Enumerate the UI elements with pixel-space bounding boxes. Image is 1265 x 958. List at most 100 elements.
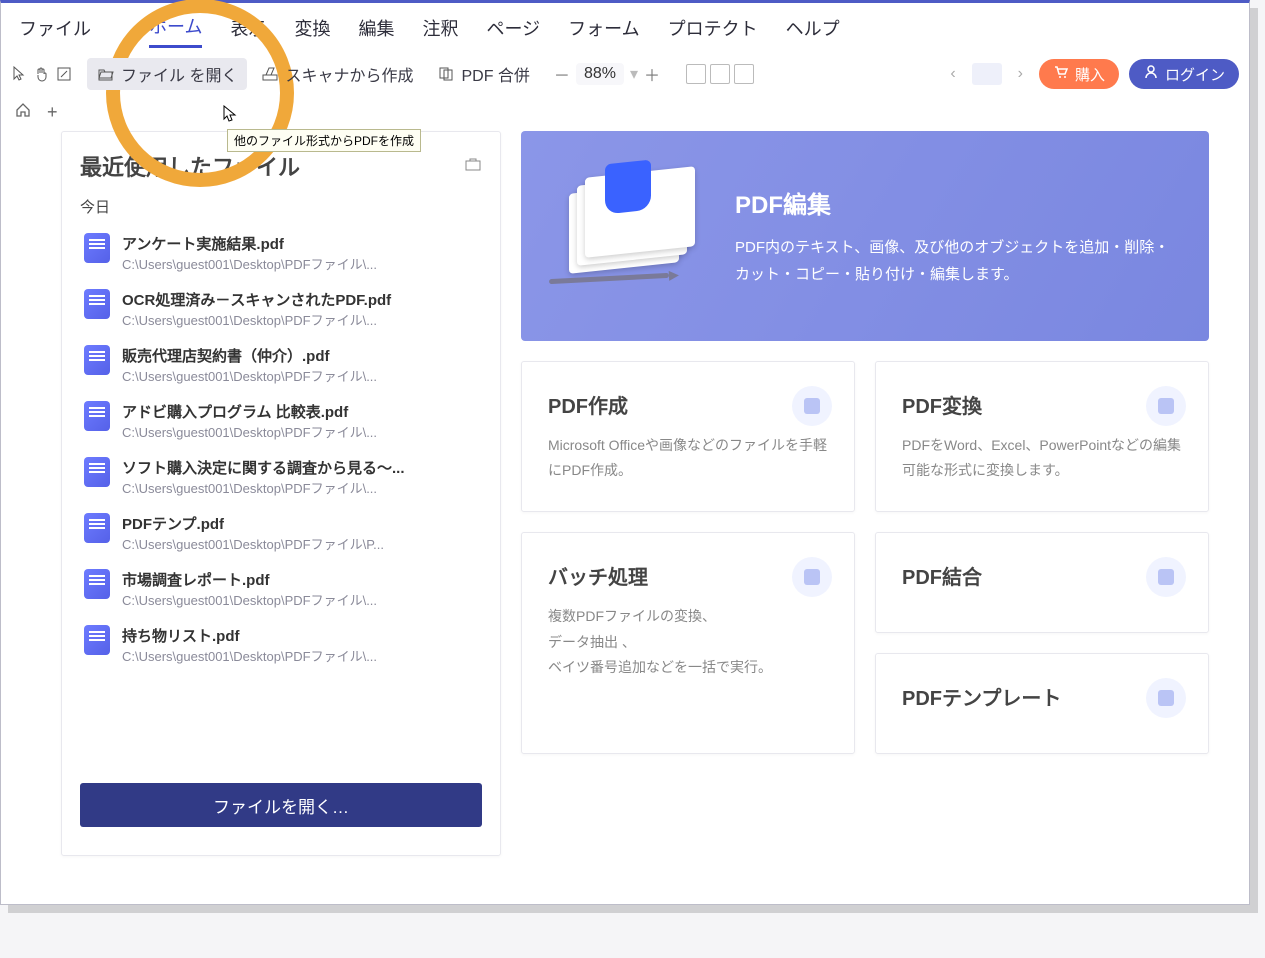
scan-create-button[interactable]: スキャナから作成 — [251, 58, 423, 90]
file-path: C:\Users\guest001\Desktop\PDFファイル\... — [122, 646, 377, 665]
file-name: OCR処理済み－スキャンされたPDF.pdf — [122, 289, 391, 310]
pdf-file-icon — [84, 569, 110, 599]
file-path: C:\Users\guest001\Desktop\PDFファイル\P... — [122, 534, 384, 553]
zoom-out-button[interactable]: － — [554, 62, 570, 86]
template-card-icon — [1146, 678, 1186, 718]
tab-home[interactable]: ホーム — [149, 13, 202, 48]
pdf-merge-button[interactable]: PDF 合併 — [427, 58, 539, 90]
recent-file-item[interactable]: 市場調査レポート.pdf C:\Users\guest001\Desktop\P… — [80, 561, 482, 617]
card-pdf-combine[interactable]: PDF結合 — [875, 532, 1209, 633]
file-path: C:\Users\guest001\Desktop\PDFファイル\... — [122, 478, 405, 497]
document-tab-strip: + — [1, 102, 1249, 131]
file-name: PDFテンプ.pdf — [122, 513, 384, 534]
pdf-file-icon — [84, 233, 110, 263]
convert-card-title: PDF変換 — [902, 390, 1182, 419]
home-tab-icon[interactable] — [15, 102, 31, 123]
file-path: C:\Users\guest001\Desktop\PDFファイル\... — [122, 310, 391, 329]
file-name: 持ち物リスト.pdf — [122, 625, 377, 646]
recent-file-item[interactable]: アドビ購入プログラム 比較表.pdf C:\Users\guest001\Des… — [80, 393, 482, 449]
hand-tool-icon[interactable] — [33, 65, 51, 83]
folder-open-icon — [97, 65, 115, 83]
hero-desc: PDF内のテキスト、画像、及び他のオブジェクトを追加・削除・カット・コピー・貼り… — [735, 234, 1179, 288]
zoom-value[interactable]: 88% — [576, 63, 624, 85]
create-card-title: PDF作成 — [548, 390, 828, 419]
zoom-controls: － 88% ▾ ＋ — [554, 62, 660, 86]
login-label: ログイン — [1165, 64, 1225, 85]
buy-button[interactable]: 購入 — [1039, 59, 1119, 89]
tab-annotate[interactable]: 注釈 — [422, 15, 458, 47]
pdf-file-icon — [84, 625, 110, 655]
recent-file-item[interactable]: OCR処理済み－スキャンされたPDF.pdf C:\Users\guest001… — [80, 281, 482, 337]
menubar: ファイル ホーム 表示 変換 編集 注釈 ページ フォーム プロテクト ヘルプ — [1, 3, 1249, 54]
recent-files-panel: 最近使用したファイル 今日 アンケート実施結果.pdf C:\Users\gue… — [61, 131, 501, 856]
card-pdf-convert[interactable]: PDF変換 PDFをWord、Excel、PowerPointなどの編集可能な形… — [875, 361, 1209, 512]
recent-file-item[interactable]: 販売代理店契約書（仲介）.pdf C:\Users\guest001\Deskt… — [80, 337, 482, 393]
toolbar: ファイル を開く スキャナから作成 PDF 合併 － 88% ▾ ＋ ‹ › 購… — [1, 54, 1249, 102]
file-name: 市場調査レポート.pdf — [122, 569, 377, 590]
recent-file-item[interactable]: PDFテンプ.pdf C:\Users\guest001\Desktop\PDF… — [80, 505, 482, 561]
file-path: C:\Users\guest001\Desktop\PDFファイル\... — [122, 254, 377, 273]
hero-title: PDF編集 — [735, 185, 1179, 220]
file-name: 販売代理店契約書（仲介）.pdf — [122, 345, 377, 366]
pdf-file-icon — [84, 345, 110, 375]
login-button[interactable]: ログイン — [1129, 59, 1239, 89]
open-file-main-button[interactable]: ファイルを開く… — [80, 783, 482, 827]
batch-card-title: バッチ処理 — [548, 561, 828, 590]
pdf-file-icon — [84, 289, 110, 319]
pointer-tool-icon[interactable] — [11, 65, 29, 83]
file-path: C:\Users\guest001\Desktop\PDFファイル\... — [122, 422, 377, 441]
page-fit-width-icon[interactable] — [686, 64, 706, 84]
hero-pdf-edit-card[interactable]: PDF編集 PDF内のテキスト、画像、及び他のオブジェクトを追加・削除・カット・… — [521, 131, 1209, 341]
pdf-file-icon — [84, 401, 110, 431]
tab-form[interactable]: フォーム — [568, 15, 639, 47]
new-tab-button[interactable]: + — [47, 102, 58, 123]
tab-page[interactable]: ページ — [486, 15, 540, 47]
tab-help[interactable]: ヘルプ — [786, 15, 840, 47]
open-file-tooltip: 他のファイル形式からPDFを作成 — [227, 129, 421, 152]
page-actual-size-icon[interactable] — [734, 64, 754, 84]
recent-file-item[interactable]: ソフト購入決定に関する調査から見る～... C:\Users\guest001\… — [80, 449, 482, 505]
menu-file[interactable]: ファイル — [19, 15, 91, 47]
recent-files-title: 最近使用したファイル — [80, 150, 300, 182]
open-file-label: ファイル を開く — [121, 62, 237, 86]
file-name: アンケート実施結果.pdf — [122, 233, 377, 254]
file-path: C:\Users\guest001\Desktop\PDFファイル\... — [122, 590, 377, 609]
tab-view[interactable]: 表示 — [230, 15, 266, 47]
page-fit-height-icon[interactable] — [710, 64, 730, 84]
batch-card-desc: 複数PDFファイルの変換、 データ抽出 、 ベイツ番号追加などを一括で実行。 — [548, 604, 828, 680]
briefcase-icon[interactable] — [464, 155, 482, 178]
scanner-icon — [261, 65, 279, 83]
file-name: ソフト購入決定に関する調査から見る～... — [122, 457, 405, 478]
buy-label: 購入 — [1075, 64, 1105, 85]
edit-tool-icon[interactable] — [55, 65, 73, 83]
open-file-main-label: ファイルを開く… — [213, 793, 349, 818]
open-file-button[interactable]: ファイル を開く — [87, 58, 247, 90]
zoom-in-button[interactable]: ＋ — [644, 62, 660, 86]
card-pdf-template[interactable]: PDFテンプレート — [875, 653, 1209, 754]
user-icon — [1143, 64, 1159, 84]
today-section-label: 今日 — [80, 196, 482, 217]
combine-card-icon — [1146, 557, 1186, 597]
card-batch[interactable]: バッチ処理 複数PDFファイルの変換、 データ抽出 、 ベイツ番号追加などを一括… — [521, 532, 855, 754]
convert-card-icon — [1146, 386, 1186, 426]
create-card-desc: Microsoft Officeや画像などのファイルを手軽にPDF作成。 — [548, 433, 828, 483]
scan-create-label: スキャナから作成 — [285, 62, 413, 86]
nav-page-box[interactable] — [972, 63, 1002, 85]
recent-file-item[interactable]: 持ち物リスト.pdf C:\Users\guest001\Desktop\PDF… — [80, 617, 482, 673]
tab-convert[interactable]: 変換 — [294, 15, 330, 47]
nav-prev-button[interactable]: ‹ — [944, 65, 961, 83]
pdf-file-icon — [84, 457, 110, 487]
convert-card-desc: PDFをWord、Excel、PowerPointなどの編集可能な形式に変換しま… — [902, 433, 1182, 483]
template-card-title: PDFテンプレート — [902, 682, 1182, 711]
merge-icon — [437, 65, 455, 83]
create-card-icon — [792, 386, 832, 426]
zoom-dropdown-icon[interactable]: ▾ — [630, 64, 638, 84]
pdf-merge-label: PDF 合併 — [461, 62, 529, 86]
recent-file-item[interactable]: アンケート実施結果.pdf C:\Users\guest001\Desktop\… — [80, 225, 482, 281]
nav-next-button[interactable]: › — [1012, 65, 1029, 83]
tab-protect[interactable]: プロテクト — [668, 15, 758, 47]
file-name: アドビ購入プログラム 比較表.pdf — [122, 401, 377, 422]
combine-card-title: PDF結合 — [902, 561, 1182, 590]
tab-edit[interactable]: 編集 — [358, 15, 394, 47]
card-pdf-create[interactable]: PDF作成 Microsoft Officeや画像などのファイルを手軽にPDF作… — [521, 361, 855, 512]
